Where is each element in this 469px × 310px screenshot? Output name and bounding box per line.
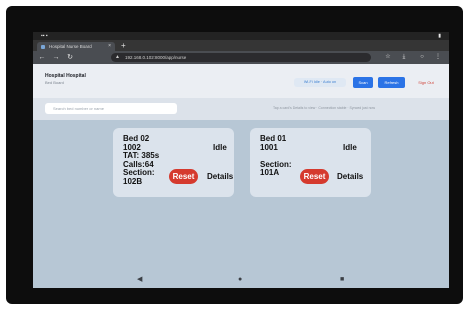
bed-id: 1001 — [260, 142, 278, 152]
reload-icon[interactable]: ↻ — [65, 52, 75, 63]
lock-icon: ▲ — [115, 54, 120, 60]
reset-button[interactable]: Reset — [169, 169, 198, 184]
bed-info: Bed 01 1001 Section: 101A — [260, 134, 292, 178]
bed-section-value: 102B — [123, 176, 143, 186]
app-header: Hospital Hospital Bed Board Wi-Fi Idle ·… — [33, 64, 449, 98]
reset-button[interactable]: Reset — [300, 169, 329, 184]
logout-button[interactable]: Sign Out — [412, 77, 440, 88]
url-text: 192.168.0.102:8000/app/nurse — [125, 55, 187, 60]
close-tab-icon[interactable]: × — [108, 42, 111, 51]
device-screen: ▪▪ ▪ ▮ Hospital Nurse Board × + ← → ↻ ▲ … — [33, 32, 449, 288]
url-input[interactable]: ▲ 192.168.0.102:8000/app/nurse — [111, 53, 371, 62]
scan-button[interactable]: Scan — [353, 77, 373, 88]
back-icon[interactable]: ← — [37, 52, 47, 63]
profile-icon[interactable]: ○ — [417, 52, 427, 63]
battery-icon: ▮ — [438, 33, 441, 39]
bed-card[interactable]: Bed 01 1001 Section: 101A Idle Reset Det… — [250, 128, 371, 197]
download-icon[interactable]: ⤓ — [399, 52, 409, 63]
forward-icon[interactable]: → — [51, 52, 61, 63]
device-bezel: ▪▪ ▪ ▮ Hospital Nurse Board × + ← → ↻ ▲ … — [6, 6, 463, 304]
status-bar: ▪▪ ▪ ▮ — [33, 32, 449, 40]
system-nav-bar: ◀ ● ■ — [33, 272, 449, 288]
tab-label: Hospital Nurse Board — [49, 44, 92, 49]
refresh-button[interactable]: Refresh — [378, 77, 405, 88]
tab-strip: Hospital Nurse Board × + — [33, 40, 449, 51]
details-button[interactable]: Details — [207, 172, 233, 181]
status-badge: Idle — [213, 143, 227, 152]
nav-recent-icon[interactable]: ■ — [340, 276, 344, 284]
search-input[interactable]: Search bed number or name — [45, 103, 177, 114]
connection-info: Tap a card's Details to view · Connectio… — [273, 106, 376, 110]
menu-icon[interactable]: ⋮ — [433, 52, 443, 63]
bed-card[interactable]: Bed 02 1002 TAT: 385s Calls:64 Section: … — [113, 128, 234, 197]
page-title: Hospital Hospital — [45, 73, 86, 79]
address-bar: ← → ↻ ▲ 192.168.0.102:8000/app/nurse ☆ ⤓… — [33, 51, 449, 64]
star-icon[interactable]: ☆ — [383, 52, 393, 63]
status-badge: Idle — [343, 143, 357, 152]
nav-back-icon[interactable]: ◀ — [137, 276, 142, 284]
new-tab-icon[interactable]: + — [121, 41, 126, 50]
bed-section-value: 101A — [260, 168, 280, 178]
bed-info: Bed 02 1002 TAT: 385s Calls:64 Section: … — [123, 134, 159, 187]
favicon-icon — [41, 45, 45, 49]
network-status-badge: Wi-Fi Idle · Auto on — [294, 78, 346, 87]
browser-tab[interactable]: Hospital Nurse Board × — [37, 42, 115, 51]
nav-home-icon[interactable]: ● — [238, 276, 242, 284]
filter-toolbar: Search bed number or name Tap a card's D… — [33, 98, 449, 120]
details-button[interactable]: Details — [337, 172, 363, 181]
status-time: ▪▪ ▪ — [41, 33, 48, 39]
page-subtitle: Bed Board — [45, 80, 64, 85]
